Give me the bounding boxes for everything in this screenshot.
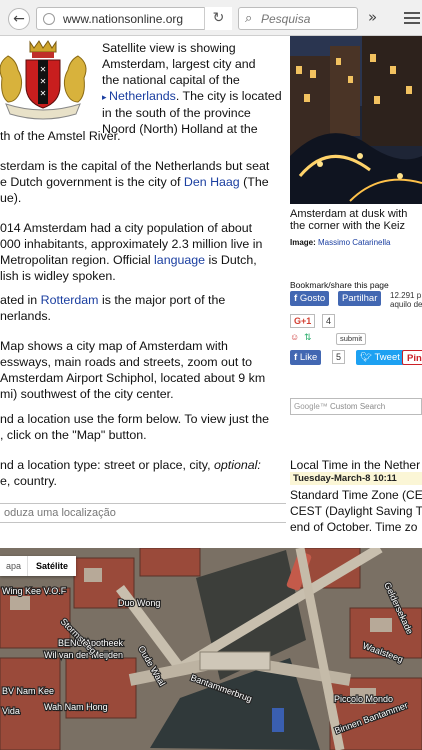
svg-text:✕: ✕	[40, 65, 47, 74]
text-line: ated in	[0, 293, 41, 307]
count-line: 12.291 p	[390, 291, 422, 300]
search-input[interactable]	[261, 11, 355, 27]
time-line: CEST (Daylight Saving Ti	[290, 504, 422, 518]
caption-line: the corner with the Keiz	[290, 220, 405, 232]
like-count-text: 12.291 p aquilo de	[390, 291, 422, 309]
like-label: Like	[299, 352, 318, 363]
text-line: (The	[239, 175, 269, 189]
tab-satellite[interactable]: Satélite	[27, 556, 76, 576]
text-line: 014 Amsterdam had a city population of a…	[0, 221, 253, 235]
bookmark-heading: Bookmark/share this page	[290, 280, 389, 290]
amsterdam-coat-of-arms: ✕ ✕ ✕	[0, 40, 87, 120]
text-line: Amsterdam Airport Schiphol, located abou…	[0, 371, 266, 385]
time-line: Standard Time Zone (CE	[290, 488, 422, 502]
overflow-chevron-icon[interactable]: »	[368, 8, 377, 26]
gplus-button[interactable]: G+1	[290, 314, 316, 328]
text-line: , click on the "Map" button.	[0, 428, 147, 442]
text-line: . The city is located	[175, 89, 282, 103]
partilhar-label: Partilhar	[342, 293, 378, 304]
text-line: nd a location type: street or place, cit…	[0, 458, 214, 472]
search-icon: ⌕	[245, 11, 253, 26]
custom-search-label: Custom Search	[330, 402, 386, 411]
twitter-bird-icon: 🐦︎	[360, 352, 375, 363]
instructions-paragraph: nd a location use the form below. To vie…	[0, 411, 269, 443]
satellite-map-image[interactable]	[0, 548, 422, 750]
google-custom-search[interactable]: Google™ Custom Search	[290, 398, 422, 415]
location-type-paragraph: nd a location type: street or place, cit…	[0, 457, 261, 489]
language-link[interactable]: language	[154, 253, 205, 267]
globe-icon	[43, 13, 55, 25]
time-zone-text: Standard Time Zone (CE CEST (Daylight Sa…	[290, 487, 422, 535]
reddit-submit-button[interactable]: submit	[336, 333, 367, 345]
text-line: Satellite view is showing	[102, 41, 236, 55]
text-line: in the south of the province	[102, 106, 251, 120]
text-line: is the major port of the	[98, 293, 226, 307]
location-input[interactable]: oduza uma localização	[0, 503, 286, 523]
den-haag-link[interactable]: Den Haag	[184, 175, 240, 189]
sidebar-column: Amsterdam at dusk with the corner with t…	[286, 36, 422, 548]
text-line: essways, main roads and streets, zoom ou…	[0, 355, 253, 369]
like-count: 5	[332, 350, 346, 364]
time-line: end of October. Time zo	[290, 520, 418, 534]
count-line: aquilo de	[390, 300, 422, 309]
tweet-button[interactable]: 🐦︎ Tweet	[356, 350, 404, 365]
rotterdam-link[interactable]: Rotterdam	[41, 293, 99, 307]
amsterdam-dusk-photo	[290, 36, 422, 204]
text-line: the national capital of the	[102, 73, 240, 87]
svg-text:✕: ✕	[40, 89, 47, 98]
url-bar[interactable]: www.nationsonline.org	[36, 7, 232, 30]
text-line: e, country.	[0, 474, 57, 488]
text-line: Metropolitan region. Official	[0, 253, 155, 267]
gosto-button[interactable]: f Gosto	[290, 291, 330, 306]
partilhar-button[interactable]: Partilhar	[338, 291, 382, 306]
image-credit: Image: Massimo Catarinella	[290, 238, 390, 247]
text-line: 000 inhabitants, approximately 2.3 milli…	[0, 237, 263, 251]
credit-label: Image:	[290, 238, 319, 247]
text-line: nd a location use the form below. To vie…	[0, 412, 270, 426]
caption-line: Amsterdam at dusk with	[290, 208, 408, 220]
satellite-map[interactable]: apa Satélite Wing Kee V.O.F Duo Wong BEN…	[0, 548, 422, 750]
text-line: e Dutch government is the city of	[0, 175, 184, 189]
vote-arrows-icon[interactable]: ⇅	[304, 332, 312, 343]
google-logo-icon: Google™	[294, 402, 331, 411]
map-type-control: apa Satélite	[0, 556, 77, 576]
text-line: Map shows a city map of Amsterdam with	[0, 339, 228, 353]
gplus-count: 4	[322, 314, 336, 328]
text-line: lish is widley spoken.	[0, 269, 116, 283]
tweet-label: Tweet	[374, 352, 400, 363]
hamburger-menu-icon[interactable]	[404, 9, 420, 25]
intro-paragraph: Satellite view is showing Amsterdam, lar…	[102, 40, 286, 137]
back-arrow-icon[interactable]: ←	[8, 8, 30, 30]
reddit-icon[interactable]: ☺	[290, 332, 299, 342]
url-text: www.nationsonline.org	[63, 12, 184, 26]
browser-toolbar: ← www.nationsonline.org ↻ ⌕ »	[0, 0, 422, 36]
local-time-bar: Tuesday-March-8 10:11	[290, 472, 422, 485]
gosto-label: Gosto	[299, 293, 326, 304]
population-paragraph: 014 Amsterdam had a city population of a…	[0, 220, 262, 284]
credit-link[interactable]: Massimo Catarinella	[318, 238, 390, 247]
map-description-paragraph: Map shows a city map of Amsterdam with e…	[0, 338, 265, 402]
text-line: ue).	[0, 191, 22, 205]
pinterest-button[interactable]: Pin	[402, 350, 422, 365]
netherlands-link[interactable]: Netherlands	[109, 89, 176, 103]
text-line: Noord (North) Holland at the	[102, 122, 258, 136]
text-line: nerlands.	[0, 309, 51, 323]
text-line: mi) southwest of the city center.	[0, 387, 174, 401]
text-line: th of the Amstel River.	[0, 129, 121, 143]
optional-label: optional:	[213, 458, 261, 472]
svg-text:✕: ✕	[40, 77, 47, 86]
search-box[interactable]: ⌕	[238, 7, 358, 30]
port-paragraph: ated in Rotterdam is the major port of t…	[0, 292, 225, 324]
text-line: is Dutch,	[205, 253, 257, 267]
capital-paragraph: sterdam is the capital of the Netherland…	[0, 158, 269, 206]
reload-icon[interactable]: ↻	[204, 7, 232, 30]
tab-map[interactable]: apa	[0, 556, 27, 576]
article-column: ✕ ✕ ✕ Satellite view is showing Amsterdam,…	[0, 36, 286, 548]
photo-caption: Amsterdam at dusk with the corner with t…	[290, 208, 407, 232]
like-button[interactable]: f Like	[290, 350, 322, 365]
text-line: sterdam is the capital of the Netherland…	[0, 159, 270, 173]
text-line: Amsterdam, largest city and	[102, 57, 256, 71]
